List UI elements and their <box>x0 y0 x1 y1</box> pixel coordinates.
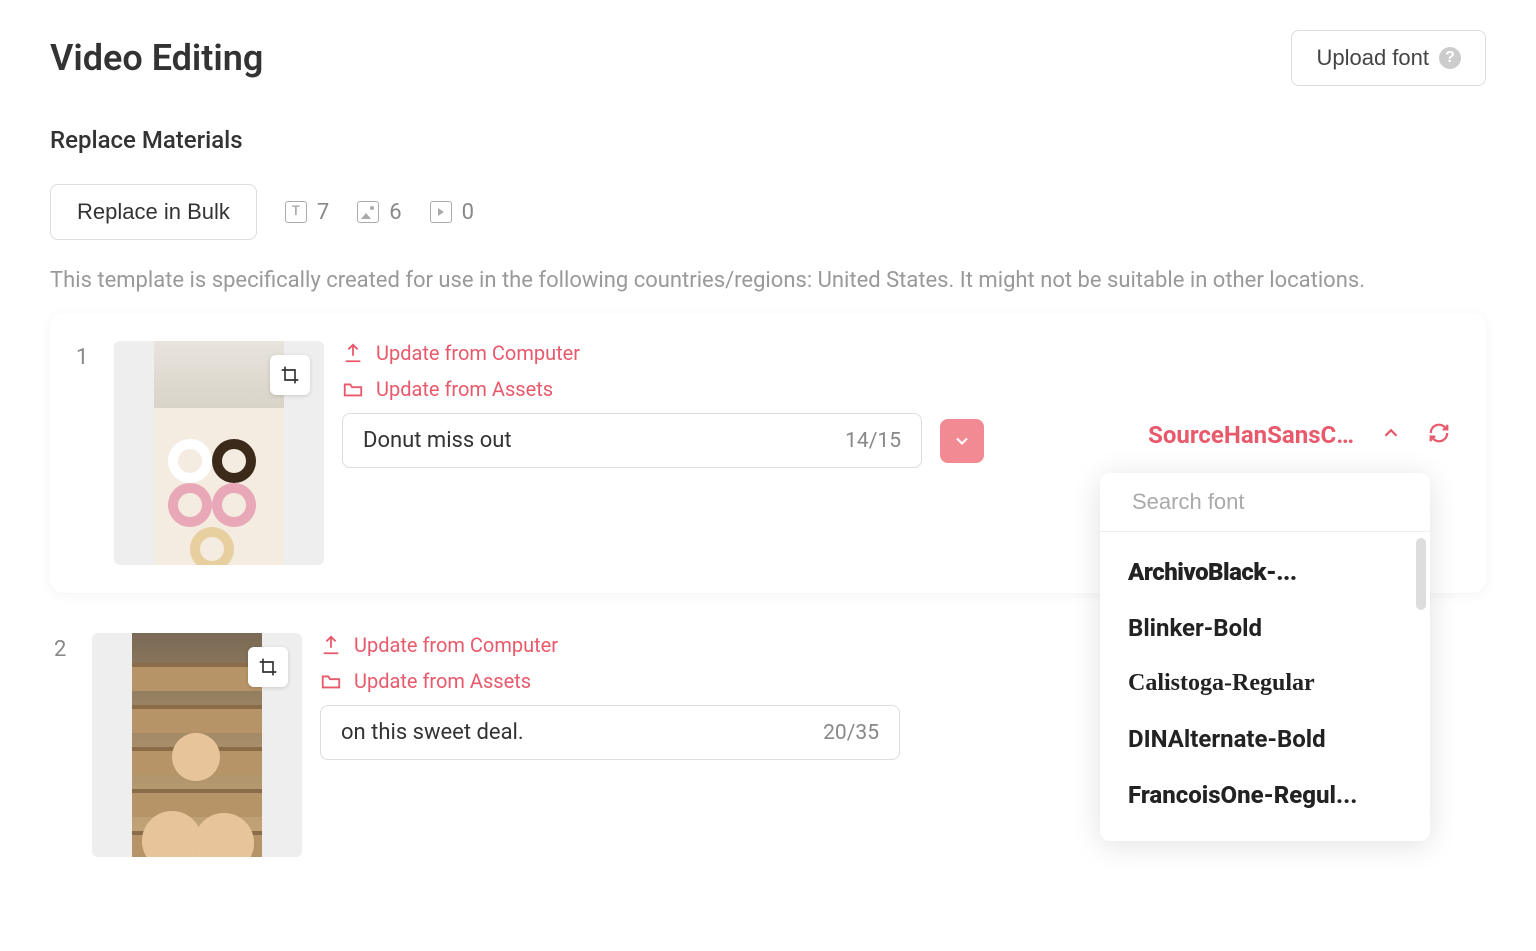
font-option[interactable]: Calistoga-Regular <box>1100 656 1430 711</box>
upload-font-button[interactable]: Upload font ? <box>1291 30 1486 86</box>
update-from-computer-label: Update from Computer <box>376 341 580 365</box>
folder-icon <box>320 670 342 692</box>
font-option[interactable]: FrancoisOne-Regul... <box>1100 767 1430 823</box>
help-icon[interactable]: ? <box>1439 47 1461 69</box>
video-count-value: 0 <box>462 200 474 225</box>
caption-input[interactable]: Donut miss out 14/15 <box>342 413 922 468</box>
material-thumbnail[interactable] <box>114 341 324 565</box>
font-option[interactable]: Blinker-Bold <box>1100 600 1430 656</box>
image-icon <box>357 201 379 223</box>
update-from-assets-label: Update from Assets <box>354 669 531 693</box>
collapse-font-button[interactable] <box>1380 422 1402 448</box>
chevron-down-icon <box>952 431 972 451</box>
region-note: This template is specifically created fo… <box>50 268 1486 293</box>
material-thumbnail[interactable] <box>92 633 302 857</box>
chevron-up-icon <box>1380 422 1402 444</box>
font-option[interactable]: ArchivoBlack-... <box>1100 544 1430 600</box>
update-from-assets-link[interactable]: Update from Assets <box>342 377 1460 401</box>
font-search-input[interactable] <box>1132 489 1420 515</box>
section-subheading: Replace Materials <box>50 126 1486 154</box>
expand-caption-button[interactable] <box>940 419 984 463</box>
upload-icon <box>320 634 342 656</box>
image-count-value: 6 <box>389 200 401 225</box>
material-index: 2 <box>54 633 74 857</box>
video-icon <box>430 201 452 223</box>
crop-button[interactable] <box>270 355 310 395</box>
font-option[interactable]: DINAlternate-Bold <box>1100 711 1430 767</box>
replace-in-bulk-button[interactable]: Replace in Bulk <box>50 184 257 240</box>
crop-button[interactable] <box>248 647 288 687</box>
caption-value: on this sweet deal. <box>341 720 524 745</box>
crop-icon <box>258 657 278 677</box>
scrollbar-thumb[interactable] <box>1416 538 1426 610</box>
char-counter: 14/15 <box>845 429 901 453</box>
image-count-stat: 6 <box>357 200 401 225</box>
upload-font-label: Upload font <box>1316 45 1429 71</box>
char-counter: 20/35 <box>823 721 879 745</box>
caption-input[interactable]: on this sweet deal. 20/35 <box>320 705 900 760</box>
text-count-value: 7 <box>317 200 329 225</box>
font-dropdown: ArchivoBlack-... Blinker-Bold Calistoga-… <box>1100 473 1430 841</box>
update-from-computer-label: Update from Computer <box>354 633 558 657</box>
folder-icon <box>342 378 364 400</box>
text-count-stat: 7 <box>285 200 329 225</box>
caption-value: Donut miss out <box>363 428 512 453</box>
material-card-1: 1 Update from Computer Update from Asset… <box>50 313 1486 593</box>
font-select[interactable]: SourceHanSansC… <box>1148 421 1354 449</box>
page-title: Video Editing <box>50 37 263 79</box>
video-count-stat: 0 <box>430 200 474 225</box>
reset-font-button[interactable] <box>1428 422 1450 448</box>
text-icon <box>285 201 307 223</box>
refresh-icon <box>1428 422 1450 444</box>
update-from-computer-link[interactable]: Update from Computer <box>342 341 1460 365</box>
material-index: 1 <box>76 341 96 565</box>
upload-icon <box>342 342 364 364</box>
update-from-assets-label: Update from Assets <box>376 377 553 401</box>
crop-icon <box>280 365 300 385</box>
